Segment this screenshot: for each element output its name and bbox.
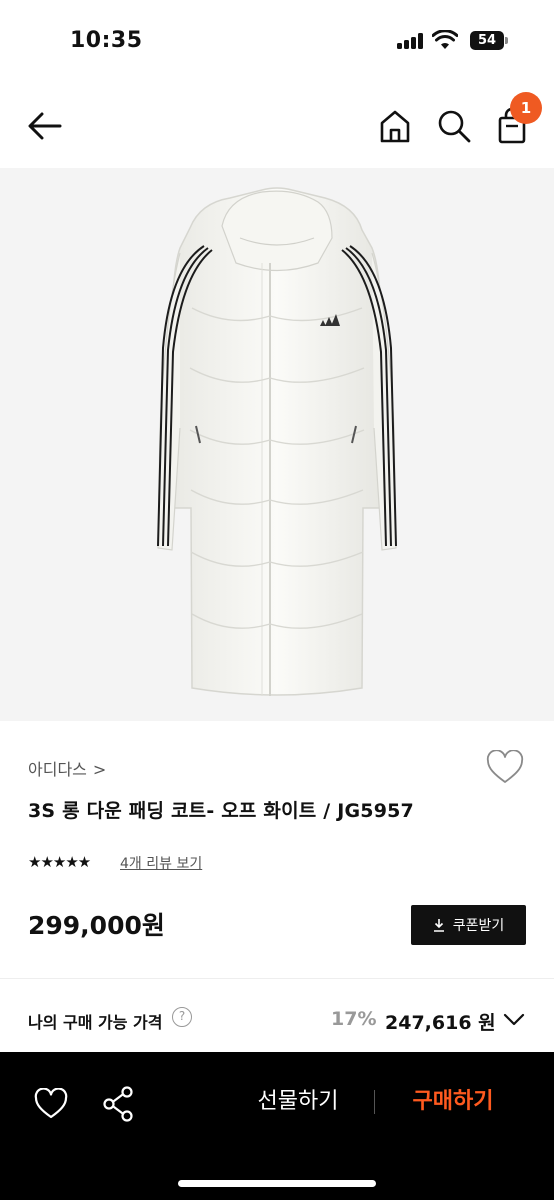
chevron-right-icon: > (92, 760, 107, 779)
share-icon[interactable] (102, 1086, 136, 1122)
review-link[interactable]: 4개 리뷰 보기 (120, 853, 202, 873)
bottom-action-bar: 선물하기 구매하기 (0, 1052, 554, 1200)
home-indicator[interactable] (178, 1180, 376, 1187)
coat-illustration (157, 187, 397, 696)
status-bar: 10:35 54 (0, 0, 554, 84)
heart-icon[interactable] (34, 1088, 68, 1120)
status-time: 10:35 (70, 28, 143, 53)
help-icon[interactable]: ? (172, 1007, 192, 1027)
coupon-button[interactable]: 쿠폰받기 (411, 905, 526, 945)
divider (0, 978, 554, 979)
my-price-label: 나의 구매 가능 가격 (28, 1013, 163, 1032)
product-image[interactable] (0, 168, 554, 721)
brand-name: 아디다스 (28, 760, 87, 779)
cart-count-badge: 1 (510, 92, 542, 124)
battery-level: 54 (470, 31, 504, 50)
cellular-signal-icon (397, 33, 425, 49)
chevron-down-icon[interactable] (502, 1010, 526, 1028)
coupon-label: 쿠폰받기 (452, 918, 505, 934)
download-icon (433, 919, 444, 932)
my-price-row[interactable]: 나의 구매 가능 가격 ? 17% 247,616 원 (0, 990, 554, 1052)
back-arrow-icon[interactable] (26, 110, 64, 142)
product-price: 299,000원 (28, 911, 165, 940)
search-icon[interactable] (436, 108, 472, 144)
buy-button[interactable]: 구매하기 (390, 1082, 516, 1122)
wifi-icon (432, 30, 458, 49)
top-navigation (0, 90, 554, 162)
discounted-price: 247,616 원 (385, 1012, 496, 1034)
divider (374, 1090, 375, 1114)
discount-rate: 17% (331, 1008, 377, 1030)
gift-button[interactable]: 선물하기 (232, 1082, 364, 1122)
heart-icon[interactable] (486, 750, 524, 786)
brand-link[interactable]: 아디다스 > (28, 756, 106, 780)
battery-icon: 54 (470, 31, 508, 50)
rating-stars: ★★★★★ (28, 853, 91, 871)
product-title: 3S 롱 다운 패딩 코트- 오프 화이트 / JG5957 (28, 800, 414, 822)
home-icon[interactable] (378, 108, 412, 144)
